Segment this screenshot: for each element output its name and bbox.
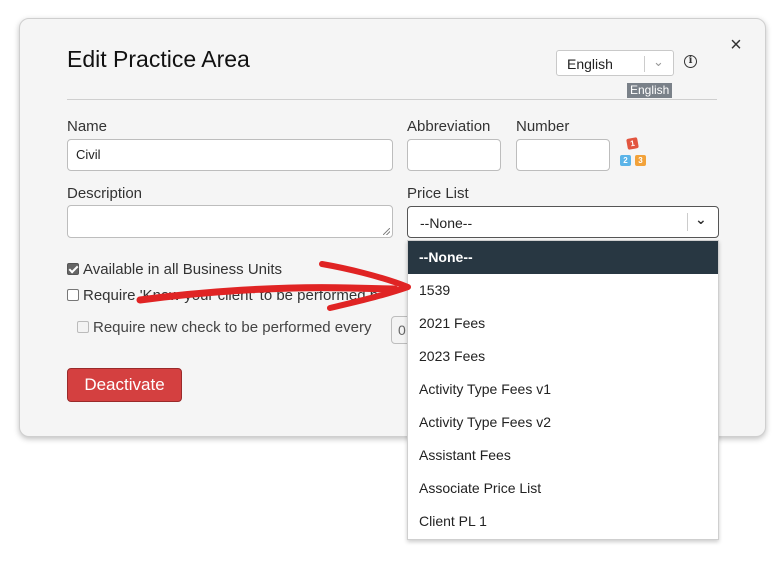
deactivate-button[interactable]: Deactivate xyxy=(67,368,182,402)
number-blocks-icon[interactable]: 1 2 3 xyxy=(618,137,652,170)
price-list-option[interactable]: 2021 Fees xyxy=(408,307,718,340)
abbreviation-input[interactable] xyxy=(407,139,501,171)
price-list-option[interactable]: --None-- xyxy=(408,241,718,274)
price-list-option[interactable]: Associate Price List xyxy=(408,472,718,505)
price-list-select[interactable]: --None-- ⌄ xyxy=(407,206,719,238)
name-label: Name xyxy=(67,118,108,135)
price-list-select-value: --None-- xyxy=(420,215,473,231)
name-input[interactable]: Civil xyxy=(67,139,393,171)
price-list-dropdown: --None-- 1539 2021 Fees 2023 Fees Activi… xyxy=(407,240,719,540)
dialog-title: Edit Practice Area xyxy=(67,46,250,72)
price-list-select-separator xyxy=(687,213,688,231)
close-icon[interactable]: × xyxy=(725,35,747,57)
price-list-label: Price List xyxy=(407,185,469,202)
price-list-option[interactable]: Client PL 1 xyxy=(408,505,718,538)
language-select[interactable]: English ⌄ xyxy=(556,50,674,76)
kyc-checkbox[interactable] xyxy=(67,289,79,301)
header-divider xyxy=(67,99,717,100)
recheck-row: Require new check to be performed every xyxy=(77,319,371,336)
available-business-units-row: Available in all Business Units xyxy=(67,261,282,278)
description-label: Description xyxy=(67,185,143,202)
recheck-checkbox[interactable] xyxy=(77,321,89,333)
available-business-units-checkbox[interactable] xyxy=(67,263,79,275)
resize-handle-icon[interactable] xyxy=(383,228,390,235)
price-list-option[interactable]: Activity Type Fees v1 xyxy=(408,373,718,406)
language-select-value: English xyxy=(567,56,613,72)
price-list-option[interactable]: 2023 Fees xyxy=(408,340,718,373)
price-list-option[interactable]: Assistant Fees xyxy=(408,439,718,472)
kyc-label: Require 'Know your client' to be perform… xyxy=(83,287,379,304)
price-list-option[interactable]: Activity Type Fees v2 xyxy=(408,406,718,439)
info-icon[interactable]: i xyxy=(684,55,697,68)
available-business-units-label: Available in all Business Units xyxy=(83,261,282,278)
kyc-row: Require 'Know your client' to be perform… xyxy=(67,287,407,304)
description-textarea[interactable] xyxy=(67,205,393,238)
recheck-label: Require new check to be performed every xyxy=(93,319,372,336)
number-input[interactable] xyxy=(516,139,610,171)
chevron-down-icon: ⌄ xyxy=(653,54,664,69)
language-select-separator xyxy=(644,56,645,72)
abbreviation-label: Abbreviation xyxy=(407,118,491,135)
chevron-down-icon: ⌄ xyxy=(695,211,707,227)
language-tag: English xyxy=(627,83,673,98)
number-label: Number xyxy=(516,118,570,135)
price-list-option[interactable]: 1539 xyxy=(408,274,718,307)
